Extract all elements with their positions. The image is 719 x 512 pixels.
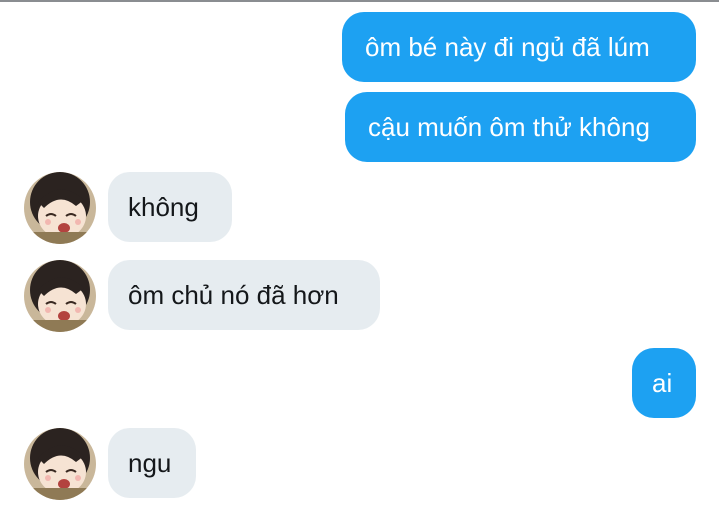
message-text: ai: [652, 368, 673, 398]
anime-girl-avatar-icon: [24, 172, 96, 244]
avatar[interactable]: [24, 428, 96, 500]
avatar[interactable]: [24, 260, 96, 332]
message-text: ngu: [128, 448, 172, 478]
outgoing-message[interactable]: ôm bé này đi ngủ đã lúm: [342, 12, 696, 82]
avatar[interactable]: [24, 172, 96, 244]
message-text: cậu muốn ôm thử không: [368, 112, 650, 142]
top-divider: [0, 0, 719, 2]
outgoing-message[interactable]: ai: [632, 348, 696, 418]
message-text: không: [128, 192, 199, 222]
incoming-message[interactable]: ôm chủ nó đã hơn: [108, 260, 380, 330]
outgoing-message[interactable]: cậu muốn ôm thử không: [345, 92, 696, 162]
incoming-message[interactable]: ngu: [108, 428, 196, 498]
message-text: ôm chủ nó đã hơn: [128, 280, 339, 310]
message-text: ôm bé này đi ngủ đã lúm: [365, 32, 650, 62]
incoming-message[interactable]: không: [108, 172, 232, 242]
anime-girl-avatar-icon: [24, 260, 96, 332]
anime-girl-avatar-icon: [24, 428, 96, 500]
